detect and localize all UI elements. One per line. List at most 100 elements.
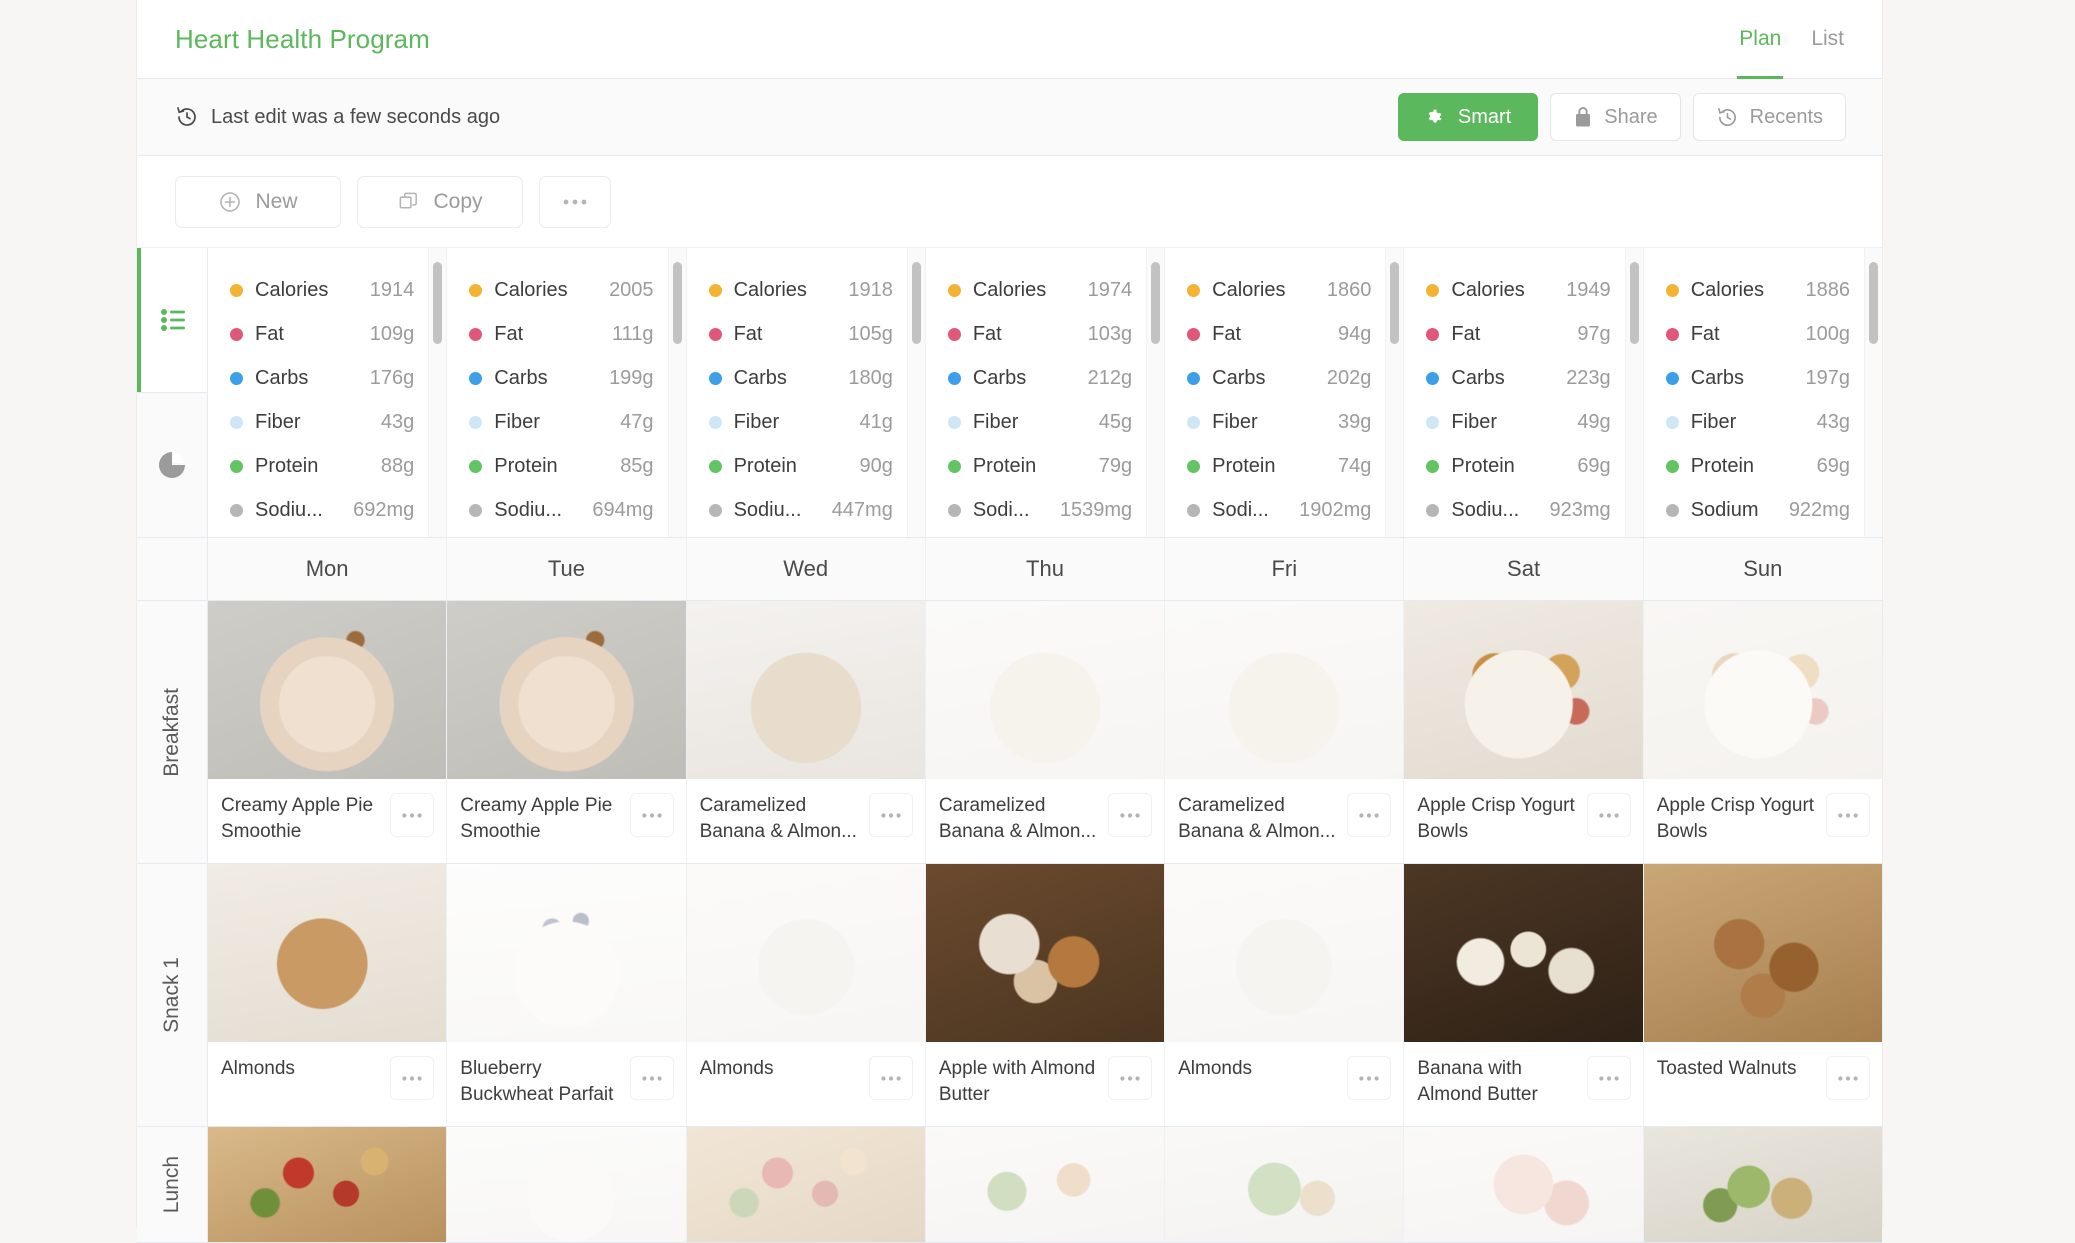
day-header-wed[interactable]: Wed xyxy=(687,538,926,600)
nutrition-item[interactable]: Protein 74g xyxy=(1187,444,1371,488)
nutrition-scrollbar-thumb[interactable] xyxy=(911,262,921,344)
nutrition-scrollbar[interactable] xyxy=(667,248,686,537)
meal-cell-menu-button[interactable] xyxy=(390,1056,435,1100)
meal-cell-menu-button[interactable] xyxy=(1347,1056,1392,1100)
nutrition-item[interactable]: Fat 100g xyxy=(1665,312,1850,356)
meal-thumbnail[interactable] xyxy=(686,1127,925,1242)
meal-thumbnail[interactable] xyxy=(447,864,686,1042)
nutrition-item[interactable]: Carbs 180g xyxy=(708,356,893,400)
meal-cell-menu-button[interactable] xyxy=(1825,793,1870,837)
nutrition-item[interactable]: Calories 1860 xyxy=(1187,268,1371,312)
meal-thumbnail[interactable] xyxy=(1643,864,1882,1042)
meal-cell-menu-button[interactable] xyxy=(1586,793,1631,837)
nutrition-scrollbar[interactable] xyxy=(1146,248,1165,537)
meal-thumbnail[interactable] xyxy=(686,601,925,779)
nutrition-item[interactable]: Protein 79g xyxy=(947,444,1132,488)
nutrition-item[interactable]: Calories 1918 xyxy=(708,268,893,312)
meal-cell-menu-button[interactable] xyxy=(629,1056,674,1100)
nutrition-item[interactable]: Sodiu... 447mg xyxy=(708,488,893,532)
meal-cell[interactable]: Apple Crisp Yogurt Bowls xyxy=(1404,601,1644,863)
nutrition-item[interactable]: Calories 1886 xyxy=(1665,268,1850,312)
nutrition-item[interactable]: Fat 94g xyxy=(1187,312,1371,356)
meal-cell[interactable]: Caramelized Banana & Almon... xyxy=(1165,601,1405,863)
nutrition-scrollbar[interactable] xyxy=(906,248,925,537)
share-button[interactable]: Share xyxy=(1550,93,1681,141)
nutrition-item[interactable]: Fiber 45g xyxy=(947,400,1132,444)
nutrition-item[interactable]: Fiber 49g xyxy=(1426,400,1611,444)
tab-list[interactable]: List xyxy=(1809,0,1846,79)
nutrition-item[interactable]: Sodium 922mg xyxy=(1665,488,1850,532)
nutrition-item[interactable]: Sodiu... 694mg xyxy=(469,488,654,532)
nutrition-scrollbar-thumb[interactable] xyxy=(1868,262,1878,344)
nutrition-item[interactable]: Fat 105g xyxy=(708,312,893,356)
nutrition-item[interactable]: Calories 1949 xyxy=(1426,268,1611,312)
nutrition-item[interactable]: Fat 97g xyxy=(1426,312,1611,356)
meal-thumbnail[interactable] xyxy=(447,1127,686,1242)
tab-plan[interactable]: Plan xyxy=(1737,0,1784,79)
meal-row-label-breakfast[interactable]: Breakfast xyxy=(137,601,208,863)
meal-cell-menu-button[interactable] xyxy=(868,793,913,837)
meal-row-label-lunch[interactable]: Lunch xyxy=(137,1127,208,1242)
nutrition-scrollbar[interactable] xyxy=(1385,248,1404,537)
meal-cell[interactable]: Almonds xyxy=(208,864,448,1126)
meal-thumbnail[interactable] xyxy=(1643,601,1882,779)
meal-cell[interactable]: Apple with Almond Butter xyxy=(925,864,1166,1126)
rail-chart-view-button[interactable] xyxy=(137,392,207,537)
nutrition-item[interactable]: Carbs 223g xyxy=(1426,356,1611,400)
nutrition-item[interactable]: Sodi... 1539mg xyxy=(947,488,1132,532)
meal-cell-menu-button[interactable] xyxy=(1586,1056,1631,1100)
meal-thumbnail[interactable] xyxy=(925,864,1165,1042)
meal-thumbnail[interactable] xyxy=(1165,601,1404,779)
nutrition-item[interactable]: Fat 103g xyxy=(947,312,1132,356)
nutrition-item[interactable]: Calories 1974 xyxy=(947,268,1132,312)
meal-thumbnail[interactable] xyxy=(686,864,925,1042)
meal-cell[interactable]: Creamy Apple Pie Smoothie xyxy=(447,601,687,863)
meal-cell[interactable]: Almonds xyxy=(686,864,926,1126)
meal-row-label-snack-1[interactable]: Snack 1 xyxy=(137,864,208,1126)
day-header-sun[interactable]: Sun xyxy=(1644,538,1882,600)
meal-cell[interactable]: Almonds xyxy=(1165,864,1405,1126)
meal-thumbnail[interactable] xyxy=(208,864,447,1042)
nutrition-scrollbar-thumb[interactable] xyxy=(1151,262,1161,344)
meal-cell-menu-button[interactable] xyxy=(1825,1056,1870,1100)
nutrition-item[interactable]: Carbs 197g xyxy=(1665,356,1850,400)
meal-thumbnail[interactable] xyxy=(1404,864,1643,1042)
nutrition-item[interactable]: Protein 69g xyxy=(1665,444,1850,488)
nutrition-item[interactable]: Calories 1914 xyxy=(230,268,414,312)
meal-cell[interactable]: Caramelized Banana & Almon... xyxy=(686,601,926,863)
more-options-button[interactable] xyxy=(539,175,611,228)
nutrition-scrollbar[interactable] xyxy=(1863,248,1882,537)
nutrition-item[interactable]: Protein 69g xyxy=(1426,444,1611,488)
nutrition-item[interactable]: Fat 109g xyxy=(230,312,414,356)
nutrition-item[interactable]: Fiber 43g xyxy=(1665,400,1850,444)
meal-cell[interactable] xyxy=(1643,1127,1882,1242)
meal-thumbnail[interactable] xyxy=(1404,1127,1643,1242)
nutrition-scrollbar[interactable] xyxy=(428,248,447,537)
nutrition-item[interactable]: Fat 111g xyxy=(469,312,654,356)
meal-cell[interactable]: Toasted Walnuts xyxy=(1643,864,1882,1126)
day-header-sat[interactable]: Sat xyxy=(1404,538,1644,600)
nutrition-item[interactable]: Sodi... 1902mg xyxy=(1187,488,1371,532)
meal-cell[interactable] xyxy=(925,1127,1166,1242)
meal-cell-menu-button[interactable] xyxy=(390,793,435,837)
meal-cell[interactable]: Caramelized Banana & Almon... xyxy=(925,601,1166,863)
nutrition-item[interactable]: Protein 90g xyxy=(708,444,893,488)
meal-thumbnail[interactable] xyxy=(208,1127,447,1242)
copy-button[interactable]: Copy xyxy=(357,175,523,228)
meal-cell[interactable]: Banana with Almond Butter xyxy=(1404,864,1644,1126)
nutrition-item[interactable]: Fiber 39g xyxy=(1187,400,1371,444)
nutrition-scrollbar-thumb[interactable] xyxy=(1390,262,1400,344)
meal-cell[interactable] xyxy=(686,1127,926,1242)
nutrition-item[interactable]: Carbs 176g xyxy=(230,356,414,400)
nutrition-scrollbar-thumb[interactable] xyxy=(1629,262,1639,344)
nutrition-item[interactable]: Protein 88g xyxy=(230,444,414,488)
day-header-thu[interactable]: Thu xyxy=(926,538,1166,600)
day-header-fri[interactable]: Fri xyxy=(1165,538,1405,600)
nutrition-scrollbar-thumb[interactable] xyxy=(433,262,443,344)
new-button[interactable]: New xyxy=(175,175,341,228)
meal-cell[interactable] xyxy=(447,1127,687,1242)
meal-cell[interactable] xyxy=(1404,1127,1644,1242)
meal-cell-menu-button[interactable] xyxy=(1108,793,1153,837)
meal-thumbnail[interactable] xyxy=(925,1127,1165,1242)
meal-cell-menu-button[interactable] xyxy=(1347,793,1392,837)
